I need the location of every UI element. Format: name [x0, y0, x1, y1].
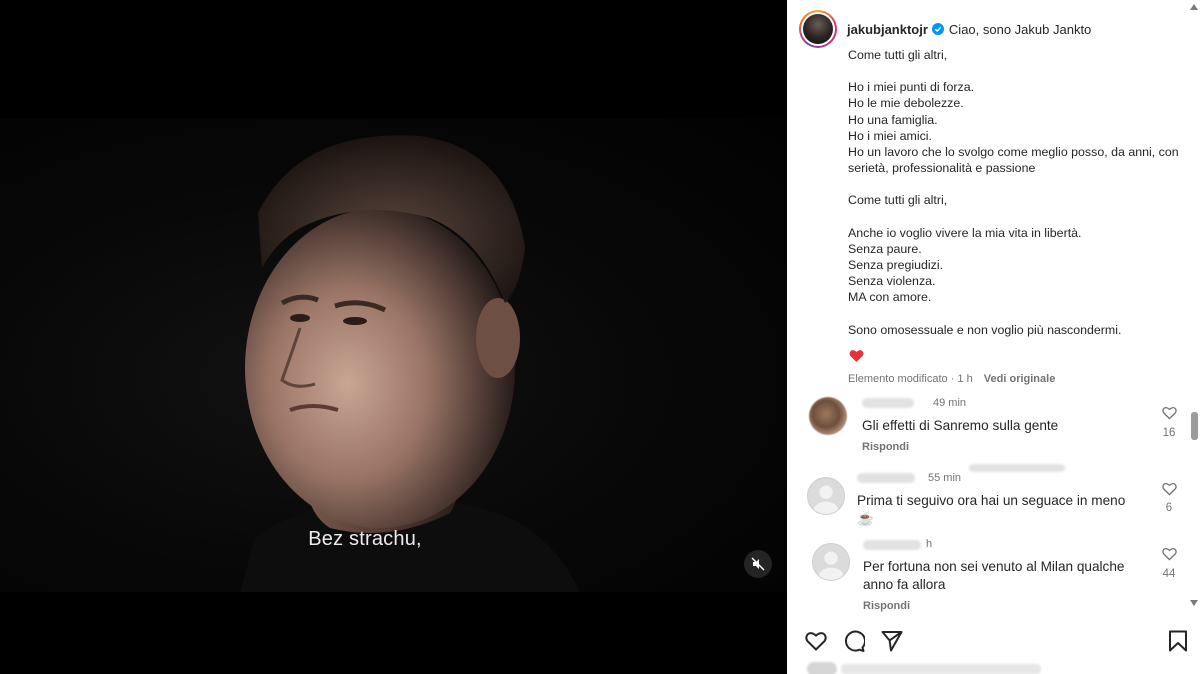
commenter-extra-blurred: [969, 464, 1065, 472]
commenter-avatar[interactable]: [807, 477, 845, 515]
video-frame-image: [240, 135, 580, 592]
heart-emoji: [849, 349, 864, 365]
reply-button[interactable]: Rispondi: [862, 441, 909, 453]
heart-outline-icon: [1161, 482, 1177, 496]
comment-like-button[interactable]: [1159, 406, 1179, 425]
heart-outline-icon: [1161, 406, 1177, 420]
scroll-down-icon[interactable]: [1190, 600, 1198, 606]
caption-paragraph: Come tutti gli altri,: [848, 48, 948, 62]
comment-text: Per fortuna non sei venuto al Milan qual…: [863, 559, 1125, 592]
author-avatar[interactable]: [799, 10, 837, 48]
share-button[interactable]: [881, 630, 903, 652]
speaker-muted-icon: [751, 557, 765, 571]
commenter-username-blurred[interactable]: [862, 398, 914, 408]
commenter-username-blurred[interactable]: [857, 473, 915, 483]
comment-time: 55 min: [928, 472, 962, 484]
scroll-up-icon[interactable]: [1190, 4, 1198, 10]
caption-paragraph: Anche io voglio vivere la mia vita in li…: [848, 225, 1082, 305]
bookmark-icon: [1169, 630, 1187, 652]
like-button[interactable]: [805, 630, 827, 652]
reply-button[interactable]: Rispondi: [863, 600, 910, 612]
post-meta: Elemento modificato · 1 h Vedi originale: [848, 373, 1055, 385]
scroll-thumb[interactable]: [1191, 412, 1198, 440]
heart-outline-icon: [1161, 547, 1177, 561]
comment-like-button[interactable]: [1159, 482, 1179, 501]
comment-like-button[interactable]: [1159, 547, 1179, 566]
verified-badge-icon: [931, 23, 944, 35]
comment-like-count: 44: [1162, 568, 1176, 580]
default-avatar-icon: [818, 551, 844, 580]
see-original-link[interactable]: Vedi originale: [984, 373, 1056, 385]
comment-button[interactable]: [843, 630, 865, 652]
commenter-avatar[interactable]: [809, 397, 847, 435]
save-button[interactable]: [1168, 630, 1190, 652]
post-panel: jakubjanktojr Ciao, sono Jakub Jankto Co…: [787, 0, 1200, 674]
likes-avatars-blurred: [807, 662, 837, 674]
post-caption: Come tutti gli altri, Ho i miei punti di…: [848, 47, 1183, 338]
caption-paragraph: Come tutti gli altri,: [848, 193, 948, 208]
caption-paragraph: Sono omosessuale e non voglio più nascon…: [848, 322, 1122, 337]
caption-first-line: Ciao, sono Jakub Jankto: [948, 21, 1092, 37]
comment-text: Prima ti seguivo ora hai un seguace in m…: [857, 493, 1126, 526]
comment-time: h: [926, 538, 933, 550]
caption-paragraph: Ho i miei punti di forza. Ho le mie debo…: [848, 80, 1179, 176]
comment-icon: [845, 630, 865, 652]
video-subtitle: Bez strachu,: [308, 528, 422, 550]
paper-plane-icon: [881, 631, 903, 652]
comments-scrollbar[interactable]: [1190, 0, 1198, 674]
commenter-username-blurred[interactable]: [863, 540, 921, 550]
comment-like-count: 16: [1162, 427, 1176, 439]
video-player[interactable]: Bez strachu,: [0, 118, 787, 592]
comment-like-count: 6: [1165, 502, 1173, 514]
comment-text: Gli effetti di Sanremo sulla gente: [862, 418, 1059, 433]
post-author-row: jakubjanktojr Ciao, sono Jakub Jankto: [799, 10, 1091, 48]
mute-button[interactable]: [744, 550, 772, 578]
default-avatar-icon: [813, 485, 839, 514]
edited-label: Elemento modificato · 1 h: [848, 373, 973, 385]
likes-summary-blurred[interactable]: [841, 664, 1041, 674]
author-username[interactable]: jakubjanktojr: [847, 22, 928, 37]
comment-time: 49 min: [933, 397, 967, 409]
heart-outline-icon: [805, 632, 827, 651]
commenter-avatar[interactable]: [812, 543, 850, 581]
video-panel: Bez strachu,: [0, 0, 787, 674]
post-action-bar: [805, 630, 903, 652]
